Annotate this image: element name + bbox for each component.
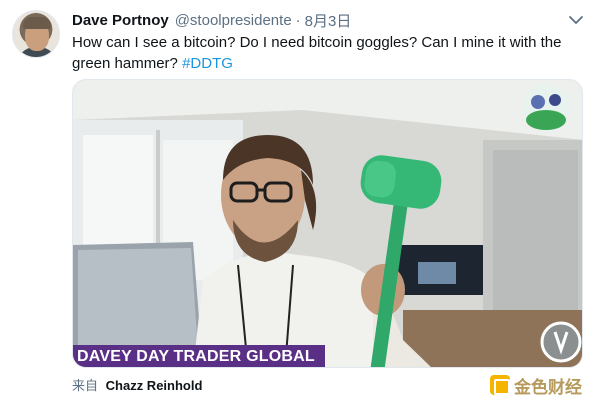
tweet-text: How can I see a bitcoin? Do I need bitco… (72, 32, 587, 74)
video-frame (73, 80, 582, 367)
tweet-body: How can I see a bitcoin? Do I need bitco… (72, 34, 562, 72)
source-attribution: 来自 Chazz Reinhold (72, 375, 202, 394)
chevron-down-icon[interactable] (567, 11, 585, 29)
tweet-header: Dave Portnoy @stoolpresidente · 8月3日 (72, 10, 351, 30)
author-name[interactable]: Dave Portnoy (72, 12, 169, 29)
watermark: 金色财经 (490, 374, 582, 397)
source-prefix: 来自 (72, 378, 99, 393)
source-user-link[interactable]: Chazz Reinhold (106, 378, 203, 393)
watermark-text: 金色财经 (514, 377, 582, 397)
hashtag-link[interactable]: #DDTG (182, 55, 233, 72)
separator-dot: · (295, 11, 301, 29)
avatar[interactable] (12, 10, 60, 58)
tweet-date[interactable]: 8月3日 (305, 10, 352, 31)
tweet-card: Dave Portnoy @stoolpresidente · 8月3日 How… (0, 0, 600, 403)
watermark-logo-icon (490, 375, 510, 395)
tweet-media-video[interactable]: DAVEY DAY TRADER GLOBAL (72, 79, 583, 368)
author-handle[interactable]: @stoolpresidente (175, 12, 292, 29)
video-banner: DAVEY DAY TRADER GLOBAL (73, 345, 325, 367)
avatar-hair (23, 17, 51, 29)
